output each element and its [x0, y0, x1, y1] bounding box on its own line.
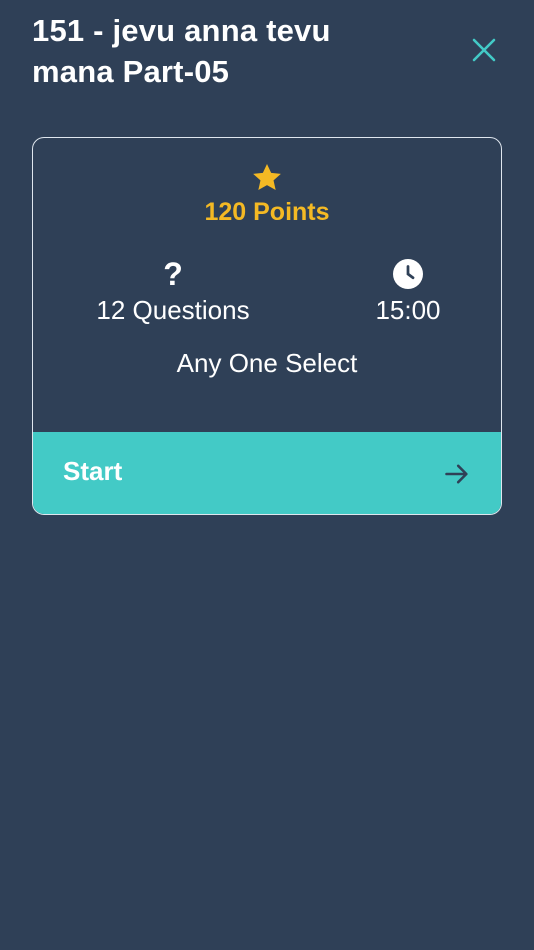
arrow-right-icon [445, 464, 468, 484]
question-mark-icon: ? [163, 256, 183, 292]
start-label: Start [63, 456, 123, 486]
questions-stat: ? 12 Questions [73, 256, 273, 328]
clock-icon [393, 259, 423, 289]
points-label: 120 Points [204, 198, 330, 226]
questions-count: 12 Questions [96, 295, 250, 325]
time-stat: 15:00 [333, 256, 483, 328]
quiz-mode: Any One Select [176, 348, 358, 378]
start-button[interactable]: Start [33, 432, 501, 514]
close-button[interactable] [466, 32, 502, 68]
close-icon [472, 38, 496, 62]
header: 151 - jevu anna tevu mana Part-05 [0, 0, 534, 110]
page-title: 151 - jevu anna tevu mana Part-05 [32, 13, 331, 89]
star-icon [253, 164, 281, 190]
time-limit: 15:00 [375, 295, 441, 325]
quiz-card: 120 Points ? 12 Questions 15:00 Any One … [32, 137, 502, 515]
points-star [33, 162, 501, 194]
